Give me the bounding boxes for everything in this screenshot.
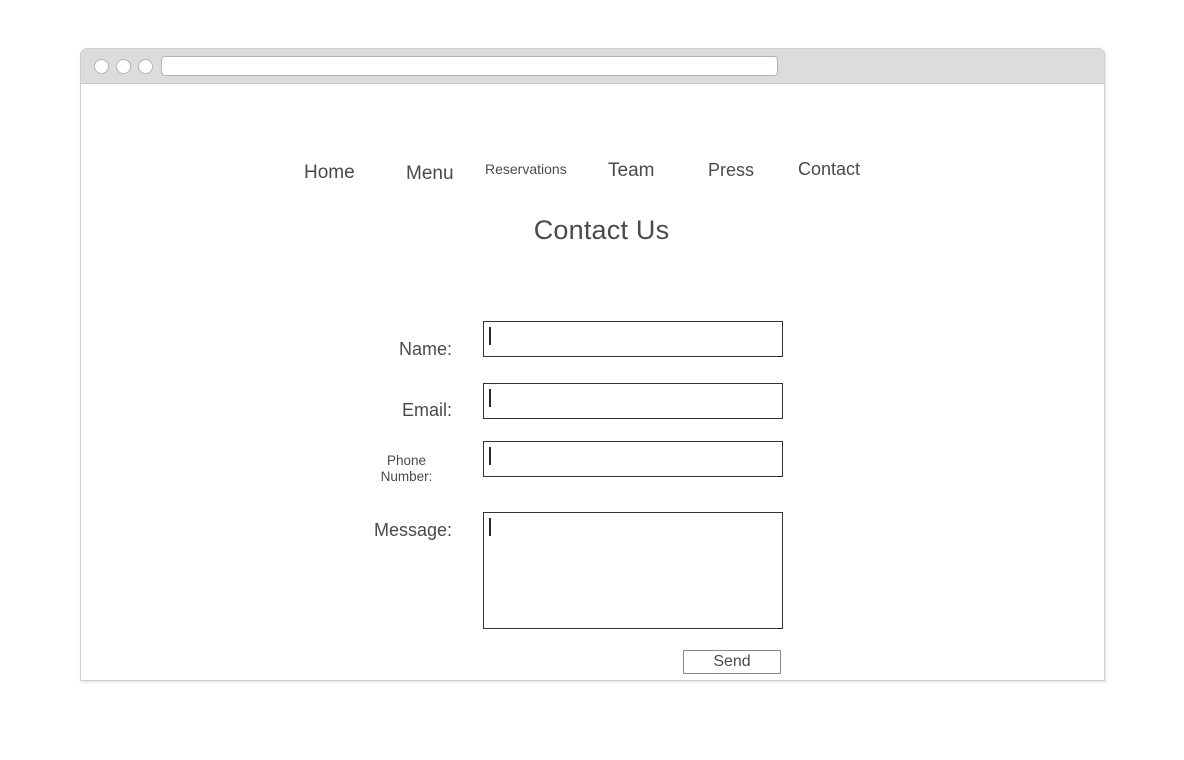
phone-number-label: Phone Number: [380, 453, 433, 484]
phone-number-input-caret [489, 447, 491, 465]
address-bar-input[interactable] [161, 56, 778, 76]
name-input[interactable] [483, 321, 783, 357]
send-button[interactable]: Send [683, 650, 781, 674]
page-viewport: Home Menu Reservations Team Press Contac… [81, 85, 1104, 680]
message-label: Message: [373, 520, 452, 540]
email-input[interactable] [483, 383, 783, 419]
close-dot-icon[interactable] [94, 59, 109, 74]
browser-window: Home Menu Reservations Team Press Contac… [80, 48, 1105, 681]
name-label: Name: [398, 339, 452, 359]
phone-number-input[interactable] [483, 441, 783, 477]
name-input-caret [489, 327, 491, 345]
screen: Home Menu Reservations Team Press Contac… [0, 0, 1184, 760]
email-input-caret [489, 389, 491, 407]
email-label: Email: [401, 400, 452, 420]
message-textarea[interactable] [483, 512, 783, 629]
browser-titlebar [81, 49, 1104, 84]
message-textarea-caret [489, 518, 491, 536]
minimize-dot-icon[interactable] [116, 59, 131, 74]
maximize-dot-icon[interactable] [138, 59, 153, 74]
contact-form: Name: Email: Phone Number: Message: Send [81, 85, 1104, 680]
